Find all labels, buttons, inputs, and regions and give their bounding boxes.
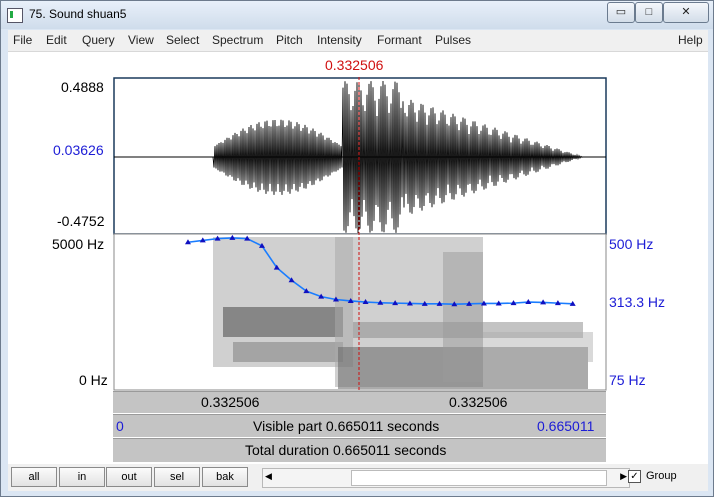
close-button[interactable]: ✕ — [663, 2, 709, 23]
waveform-cursor-value-label: 0.03626 — [53, 142, 104, 158]
pitch-top-label: 500 Hz — [609, 236, 654, 252]
menu-intensity[interactable]: Intensity — [317, 33, 362, 47]
menu-pitch[interactable]: Pitch — [276, 33, 303, 47]
menu-spectrum[interactable]: Spectrum — [212, 33, 263, 47]
visible-start-label: 0 — [116, 418, 124, 434]
horizontal-scrollbar[interactable]: ◀ ▶ — [262, 468, 630, 488]
scroll-right-icon[interactable]: ▶ — [620, 471, 627, 482]
window-title: 75. Sound shuan5 — [29, 7, 127, 21]
out-button[interactable]: out — [106, 467, 152, 487]
freq-top-label: 5000 Hz — [52, 236, 105, 252]
scroll-left-icon[interactable]: ◀ — [265, 471, 272, 482]
right-segment-label: 0.332506 — [449, 394, 508, 410]
app-icon — [7, 8, 23, 23]
title-bar: 75. Sound shuan5 ▭ □ ✕ — [1, 1, 713, 29]
group-checkbox[interactable]: ✓ — [628, 470, 641, 483]
scroll-thumb[interactable] — [351, 470, 607, 486]
left-segment-label: 0.332506 — [201, 394, 260, 410]
cursor-time-label: 0.332506 — [325, 57, 384, 73]
praat-sound-window: 75. Sound shuan5 ▭ □ ✕ File Edit Query V… — [0, 0, 714, 497]
menu-pulses[interactable]: Pulses — [435, 33, 471, 47]
in-button[interactable]: in — [59, 467, 105, 487]
bak-button[interactable]: bak — [202, 467, 248, 487]
minimize-button[interactable]: ▭ — [607, 2, 635, 23]
visible-end-label: 0.665011 — [537, 418, 595, 434]
pitch-current-label: 313.3 Hz — [609, 294, 666, 310]
total-duration-label: Total duration 0.665011 seconds — [245, 442, 447, 458]
pitch-bottom-label: 75 Hz — [609, 372, 646, 388]
menu-edit[interactable]: Edit — [46, 33, 67, 47]
sound-display[interactable] — [113, 77, 607, 391]
freq-bottom-label: 0 Hz — [79, 372, 108, 388]
sel-button[interactable]: sel — [154, 467, 200, 487]
menu-formant[interactable]: Formant — [377, 33, 422, 47]
all-button[interactable]: all — [11, 467, 57, 487]
menu-select[interactable]: Select — [166, 33, 199, 47]
menu-file[interactable]: File — [13, 33, 32, 47]
maximize-button[interactable]: □ — [635, 2, 663, 23]
menu-help[interactable]: Help — [678, 33, 703, 47]
menu-bar: File Edit Query View Select Spectrum Pit… — [8, 30, 708, 52]
visible-part-label: Visible part 0.665011 seconds — [253, 418, 440, 434]
group-label: Group — [646, 470, 677, 482]
waveform-min-label: -0.4752 — [57, 213, 105, 229]
bottom-toolbar: all in out sel bak ◀ ▶ ✓ Group — [8, 464, 708, 491]
menu-query[interactable]: Query — [82, 33, 115, 47]
menu-view[interactable]: View — [128, 33, 154, 47]
waveform-max-label: 0.4888 — [61, 79, 104, 95]
